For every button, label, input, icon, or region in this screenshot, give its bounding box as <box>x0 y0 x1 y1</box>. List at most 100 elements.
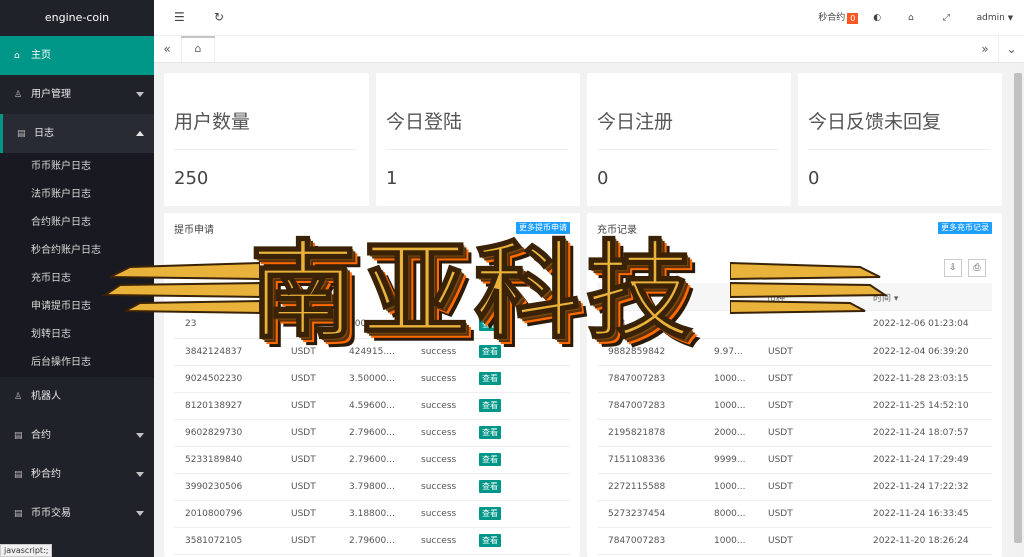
view-button[interactable]: 查看 <box>479 399 501 412</box>
table-row: 7847007283 1000... USDT 2022-11-25 14:52:10 <box>597 392 992 420</box>
col-time-label: 时间 <box>873 294 892 304</box>
withdraw-table: 23 USDT 800 查看 3842124837 USDT 424915.... succe… <box>174 311 570 555</box>
table-cell: 9.97... <box>703 338 757 366</box>
sidebar-item-robot[interactable]: ♙ 机器人 <box>0 377 154 416</box>
sidebar-item-label: 秒合约 <box>31 469 61 480</box>
table-cell: 9024502230 <box>174 365 280 393</box>
refresh-icon[interactable]: ↻ <box>214 10 224 24</box>
sidebar-subitem-transfer-log[interactable]: 划转日志 <box>0 321 154 349</box>
doc-icon: ▤ <box>17 129 26 139</box>
table-cell <box>703 311 757 339</box>
view-button[interactable]: 查看 <box>479 534 501 547</box>
view-button[interactable]: 查看 <box>479 507 501 520</box>
doc-icon: ▤ <box>14 509 23 519</box>
view-button[interactable]: 查看 <box>479 345 501 358</box>
table-cell: 2010800796 <box>174 500 280 528</box>
table-cell: 3.79800... <box>338 473 410 501</box>
table-cell: 1000... <box>703 527 757 555</box>
page-scrollbar[interactable] <box>1012 63 1024 557</box>
deposit-table-header: 币种 时间 ▾ <box>597 283 992 311</box>
table-cell: 598 <box>597 311 703 339</box>
print-icon[interactable]: ⎙ <box>968 259 986 277</box>
table-cell: USDT <box>280 419 338 447</box>
sidebar-subitem-admin-operation-log[interactable]: 后台操作日志 <box>0 349 154 377</box>
tabs-menu-icon[interactable]: ⌄ <box>998 36 1024 62</box>
stat-card-feedback: 今日反馈未回复 0 <box>798 73 1002 206</box>
deposit-table: 598 2022-12-06 01:23:04 9882859842 9.97... U… <box>597 311 992 555</box>
tabs-scroll-right-icon[interactable]: » <box>972 36 998 62</box>
table-cell: 4.59600... <box>338 392 410 420</box>
sidebar-item-contract[interactable]: ▤ 合约 <box>0 416 154 455</box>
table-cell: 5273237454 <box>597 500 703 528</box>
logs-submenu: 币币账户日志 法币账户日志 合约账户日志 秒合约账户日志 充币日志 申请提币日志… <box>0 153 154 377</box>
table-cell: success <box>410 419 468 447</box>
table-cell: 查看 <box>468 527 570 555</box>
doc-icon: ▤ <box>14 470 23 480</box>
fullscreen-icon[interactable]: ⤢ <box>943 0 950 36</box>
view-button[interactable]: 查看 <box>479 372 501 385</box>
table-cell: USDT <box>757 392 862 420</box>
table-cell: USDT <box>280 392 338 420</box>
tabs-scroll-left-icon[interactable]: « <box>154 36 180 62</box>
table-cell: 2272115588 <box>597 473 703 501</box>
sidebar-item-coin-trading[interactable]: ▤ 币币交易 <box>0 494 154 533</box>
table-cell: USDT <box>280 446 338 474</box>
panel-title: 提币申请 <box>174 225 214 236</box>
sidebar-item-user-management[interactable]: ♙ 用户管理 <box>0 75 154 114</box>
table-cell: USDT <box>280 311 338 339</box>
withdraw-panel: 提币申请 更多提币申请 提 数量 23 USDT 800 查看 3842124837 US… <box>164 213 580 557</box>
user-icon: ♙ <box>14 392 23 402</box>
table-row: 2272115588 1000... USDT 2022-11-24 17:22:32 <box>597 473 992 501</box>
sidebar-subitem-coin-account-log[interactable]: 币币账户日志 <box>0 153 154 181</box>
table-cell: success <box>410 473 468 501</box>
tag-icon[interactable]: ⌂ <box>908 0 914 36</box>
view-button[interactable]: 查看 <box>479 453 501 466</box>
top-header: ☰ ↻ 秒合约 0 ◐ ⌂ ⤢ admin ▼ <box>154 0 1024 36</box>
more-deposit-button[interactable]: 更多充币记录 <box>938 222 992 234</box>
menu-toggle-icon[interactable]: ☰ <box>174 10 185 24</box>
scrollbar-thumb[interactable] <box>1014 73 1022 543</box>
export-icon[interactable]: ⇩ <box>944 259 962 277</box>
sidebar-subitem-withdraw-request-log[interactable]: 申请提币日志 <box>0 293 154 321</box>
table-cell: USDT <box>757 419 862 447</box>
col-amount-header: 数量 <box>386 294 405 304</box>
table-cell: success <box>410 365 468 393</box>
theme-icon[interactable]: ◐ <box>873 0 881 36</box>
table-row: 5233189840 USDT 2.79600... success 查看 <box>174 446 570 474</box>
more-withdraw-button[interactable]: 更多提币申请 <box>516 222 570 234</box>
table-row: 598 2022-12-06 01:23:04 <box>597 311 992 339</box>
sidebar-item-home[interactable]: ⌂ 主页 <box>0 36 154 75</box>
table-cell: USDT <box>757 500 862 528</box>
sidebar-subitem-contract-account-log[interactable]: 合约账户日志 <box>0 209 154 237</box>
view-button[interactable]: 查看 <box>479 317 501 331</box>
table-cell: USDT <box>280 473 338 501</box>
stat-title: 今日登陆 <box>386 111 463 133</box>
table-row: 8120138927 USDT 4.59600... success 查看 <box>174 392 570 420</box>
table-cell: 424915.... <box>338 338 410 366</box>
view-button[interactable]: 查看 <box>479 480 501 493</box>
tab-home[interactable]: ⌂ <box>181 36 215 62</box>
table-cell: success <box>410 338 468 366</box>
second-contract-link[interactable]: 秒合约 0 <box>818 0 859 37</box>
table-row: 9024502230 USDT 3.50000... success 查看 <box>174 365 570 393</box>
table-cell: USDT <box>757 446 862 474</box>
second-contract-badge: 0 <box>847 12 859 24</box>
sidebar-subitem-second-contract-account-log[interactable]: 秒合约账户日志 <box>0 237 154 265</box>
sidebar-subitem-fiat-account-log[interactable]: 法币账户日志 <box>0 181 154 209</box>
table-row: 7151108336 9999... USDT 2022-11-24 17:29:49 <box>597 446 992 474</box>
table-cell: USDT <box>280 365 338 393</box>
dashboard-content: 用户数量 250 今日登陆 1 今日注册 0 今日反馈未回复 0 提币申请 更多… <box>154 63 1012 557</box>
table-cell: 2.79600... <box>338 419 410 447</box>
col-time-header[interactable]: 时间 ▾ <box>873 291 898 304</box>
sidebar-subitem-deposit-log[interactable]: 充币日志 <box>0 265 154 293</box>
second-contract-label: 秒合约 <box>818 13 846 23</box>
table-cell: 2022-12-06 01:23:04 <box>862 311 992 339</box>
user-menu[interactable]: admin ▼ <box>977 0 1013 37</box>
sidebar-item-logs[interactable]: ▤ 日志 <box>0 114 154 153</box>
view-button[interactable]: 查看 <box>479 426 501 439</box>
sidebar-item-second-contract[interactable]: ▤ 秒合约 <box>0 455 154 494</box>
table-cell: 1000... <box>703 365 757 393</box>
table-cell: 2.79600... <box>338 527 410 555</box>
stat-value: 0 <box>808 168 820 189</box>
table-cell <box>410 311 468 339</box>
